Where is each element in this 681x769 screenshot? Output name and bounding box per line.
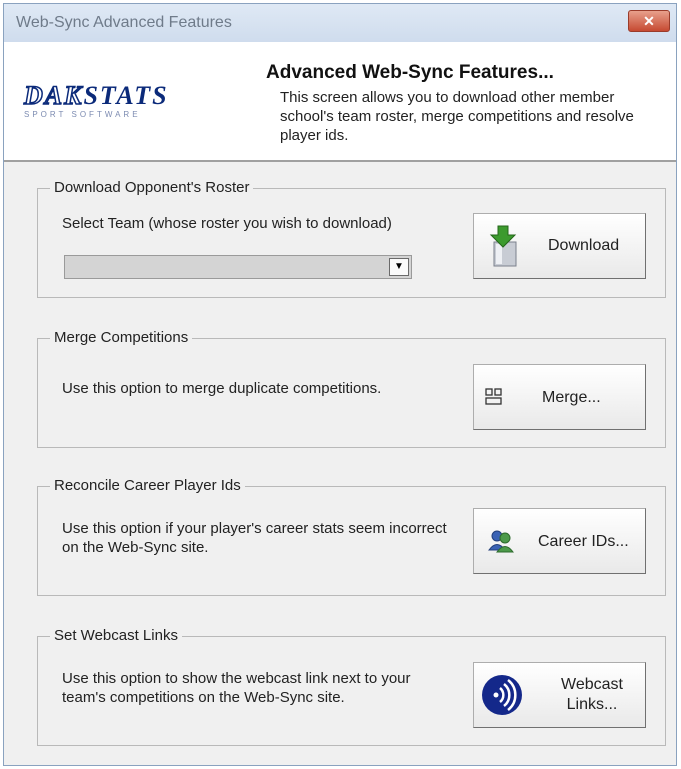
webcast-broadcast-icon xyxy=(480,673,524,722)
download-button[interactable]: Download xyxy=(473,213,646,279)
chevron-down-icon[interactable]: ▼ xyxy=(389,258,409,276)
webcast-links-button[interactable]: Webcast Links... xyxy=(473,662,646,728)
webcast-links-group: Set Webcast Links Use this option to sho… xyxy=(37,627,666,746)
career-ids-button-label: Career IDs... xyxy=(538,533,629,550)
people-icon xyxy=(488,529,514,558)
career-description: Use this option if your player's career … xyxy=(62,520,447,556)
download-roster-group: Download Opponent's Roster Select Team (… xyxy=(37,179,666,298)
webcast-button-label: Webcast Links... xyxy=(544,675,640,715)
merge-button[interactable]: Merge... xyxy=(473,364,646,430)
header-description: This screen allows you to download other… xyxy=(280,89,634,144)
close-button[interactable]: ✕ xyxy=(628,10,670,32)
webcast-button-label-line2: Links... xyxy=(566,696,618,713)
merge-competitions-legend: Merge Competitions xyxy=(50,329,193,346)
webcast-links-legend: Set Webcast Links xyxy=(50,627,182,644)
download-icon xyxy=(486,224,522,273)
header-title: Advanced Web-Sync Features... xyxy=(266,62,554,83)
dakstats-logo: DAKSTATS SPORT SOFTWARE xyxy=(23,81,254,124)
merge-competitions-group: Merge Competitions Use this option to me… xyxy=(37,329,666,448)
logo-subtext: SPORT SOFTWARE xyxy=(24,110,141,119)
header-banner: DAKSTATS SPORT SOFTWARE Advanced Web-Syn… xyxy=(4,42,676,162)
title-bar[interactable]: Web-Sync Advanced Features ✕ xyxy=(4,4,676,43)
logo-text-dak: DAK xyxy=(23,81,84,110)
reconcile-career-ids-group: Reconcile Career Player Ids Use this opt… xyxy=(37,477,666,596)
download-roster-legend: Download Opponent's Roster xyxy=(50,179,254,196)
download-button-label: Download xyxy=(548,237,620,254)
career-ids-button[interactable]: Career IDs... xyxy=(473,508,646,574)
team-select-dropdown[interactable]: ▼ xyxy=(64,255,412,279)
dialog-window: Web-Sync Advanced Features ✕ DAKSTATS SP… xyxy=(3,3,677,766)
logo-text-stats: STATS xyxy=(83,81,169,110)
merge-icon xyxy=(484,387,504,412)
close-icon: ✕ xyxy=(643,13,655,29)
webcast-button-label-line1: Webcast xyxy=(561,676,623,693)
select-team-label: Select Team (whose roster you wish to do… xyxy=(62,215,392,232)
webcast-description: Use this option to show the webcast link… xyxy=(62,670,411,706)
merge-button-label: Merge... xyxy=(542,389,601,406)
window-title: Web-Sync Advanced Features xyxy=(16,14,232,31)
merge-description: Use this option to merge duplicate compe… xyxy=(62,380,382,397)
reconcile-career-ids-legend: Reconcile Career Player Ids xyxy=(50,477,245,494)
